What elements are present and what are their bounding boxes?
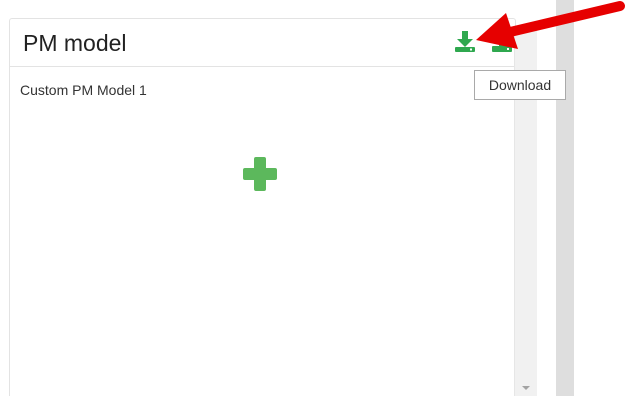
annotation-arrow-icon	[476, 1, 625, 49]
pm-model-list: Custom PM Model 1	[10, 67, 495, 396]
download-tooltip: Download	[474, 70, 566, 100]
panel-header: PM model	[10, 19, 515, 67]
scroll-down-arrow[interactable]	[522, 386, 530, 390]
list-item[interactable]: Custom PM Model 1	[20, 82, 147, 98]
side-divider	[556, 0, 574, 396]
screenshot-stage: PM model Custom PM Model 1 Download	[0, 0, 626, 396]
panel-title: PM model	[23, 30, 127, 56]
add-model-button[interactable]	[242, 156, 278, 192]
plus-icon	[243, 157, 277, 191]
pm-model-panel: PM model Custom PM Model 1	[9, 18, 516, 396]
